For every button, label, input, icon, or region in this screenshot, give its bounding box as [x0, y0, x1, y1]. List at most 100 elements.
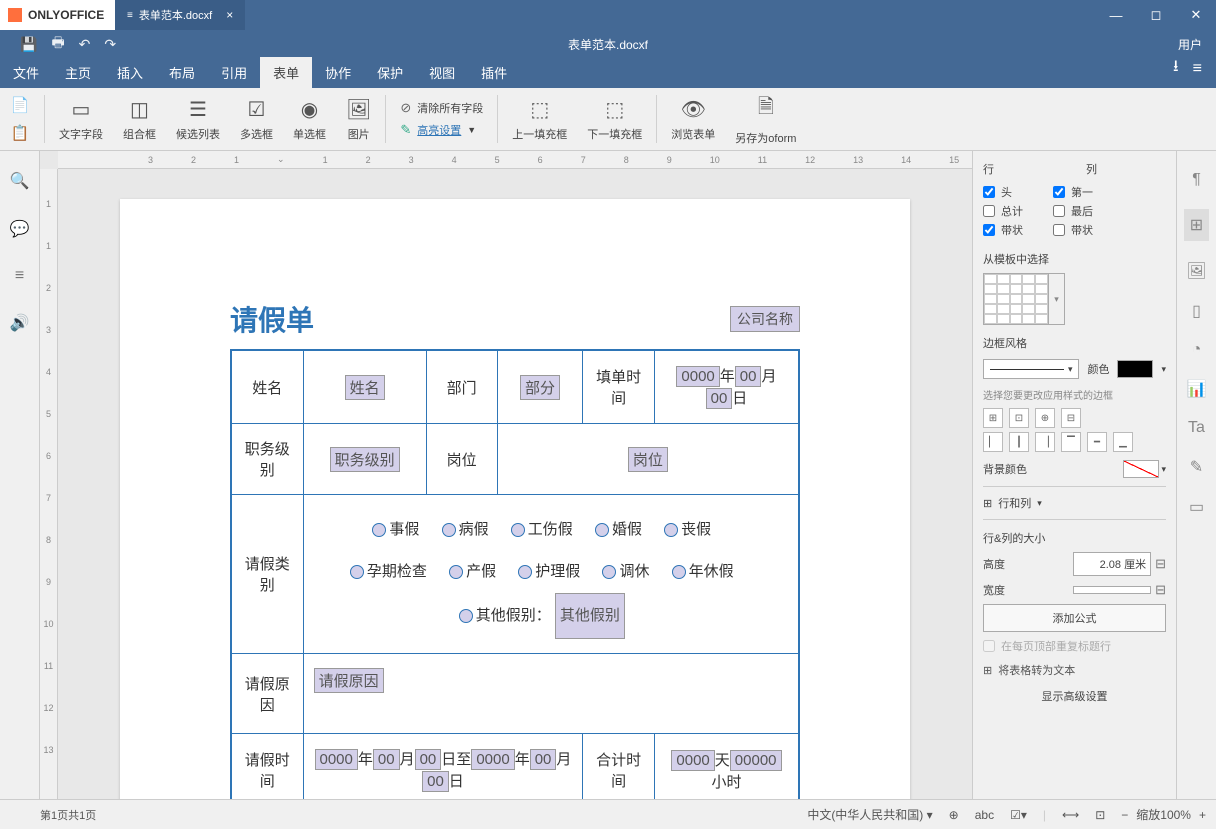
border-left[interactable]: ▏: [983, 432, 1003, 452]
zoom-label[interactable]: 缩放100%: [1136, 806, 1191, 823]
menu-references[interactable]: 引用: [208, 57, 260, 88]
height-input[interactable]: 2.08 厘米: [1073, 552, 1151, 576]
menu-layout[interactable]: 布局: [156, 57, 208, 88]
menu-collab[interactable]: 协作: [312, 57, 364, 88]
cb-total-row[interactable]: [983, 205, 995, 217]
radio-bingjia[interactable]: [442, 523, 456, 537]
menu-file[interactable]: 文件: [0, 57, 52, 88]
advanced-settings-link[interactable]: 显示高级设置: [983, 688, 1166, 704]
row-col-dropdown[interactable]: ⊞行和列▾: [983, 495, 1166, 511]
header-footer-icon[interactable]: ▯: [1192, 301, 1201, 321]
paste-icon[interactable]: 📋: [11, 124, 30, 142]
cb-first-col[interactable]: [1053, 186, 1065, 198]
save-icon[interactable]: 💾: [20, 36, 37, 53]
cb-banded-col[interactable]: [1053, 224, 1065, 236]
image-button[interactable]: 🖼图片: [336, 88, 381, 150]
preview-form-button[interactable]: 👁浏览表单: [661, 88, 725, 150]
table-template-thumb[interactable]: [983, 273, 1049, 325]
combo-box-button[interactable]: ◫组合框: [113, 88, 166, 150]
rank-field[interactable]: 职务级别: [330, 447, 400, 472]
textart-settings-icon[interactable]: Ta: [1188, 419, 1205, 437]
redo-icon[interactable]: ↷: [104, 36, 116, 53]
print-icon[interactable]: 🖶: [51, 32, 64, 56]
leave-form-table[interactable]: 姓名 姓名 部门 部分 填单时间 0000年00月00日 职务级别 职务级别: [230, 349, 800, 799]
prev-fill-button[interactable]: ⬚上一填充框: [502, 88, 577, 150]
reason-field[interactable]: 请假原因: [314, 668, 384, 693]
radio-yunqi[interactable]: [350, 565, 364, 579]
radio-huli[interactable]: [518, 565, 532, 579]
border-outer[interactable]: ⊞: [983, 408, 1003, 428]
menu-forms[interactable]: 表单: [260, 57, 312, 88]
border-vert[interactable]: ┃: [1009, 432, 1029, 452]
year-field[interactable]: 0000: [676, 366, 719, 387]
convert-to-text[interactable]: ⊞将表格转为文本: [983, 662, 1166, 678]
border-top[interactable]: ▔: [1061, 432, 1081, 452]
radio-shijia[interactable]: [372, 523, 386, 537]
maximize-button[interactable]: ◻: [1136, 0, 1176, 30]
chart-settings-icon[interactable]: 📊: [1187, 379, 1207, 399]
close-tab-icon[interactable]: ×: [226, 8, 233, 22]
zoom-in[interactable]: +: [1199, 808, 1206, 822]
text-field-button[interactable]: ▭文字字段: [49, 88, 113, 150]
position-field[interactable]: 岗位: [628, 447, 668, 472]
minimize-button[interactable]: —: [1096, 0, 1136, 30]
border-color[interactable]: [1117, 360, 1153, 378]
save-oform-button[interactable]: 🗎另存为oform: [725, 88, 806, 150]
add-formula-button[interactable]: 添加公式: [983, 604, 1166, 632]
fit-page-icon[interactable]: ⊡: [1095, 808, 1105, 822]
menu-home[interactable]: 主页: [52, 57, 104, 88]
document-tab[interactable]: ≡ 表单范本.docxf ×: [115, 0, 245, 30]
next-fill-button[interactable]: ⬚下一填充框: [577, 88, 652, 150]
comments-icon[interactable]: 💬: [10, 219, 30, 239]
spellcheck-abc-icon[interactable]: abc: [975, 808, 994, 822]
radio-tiaoxiu[interactable]: [602, 565, 616, 579]
shape-settings-icon[interactable]: ◔: [1192, 341, 1202, 359]
fit-width-icon[interactable]: ⟷: [1062, 808, 1079, 822]
track-changes-icon[interactable]: ☑▾: [1010, 808, 1027, 822]
border-inner[interactable]: ⊡: [1009, 408, 1029, 428]
menu-plugins[interactable]: 插件: [468, 57, 520, 88]
close-window-button[interactable]: ✕: [1176, 0, 1216, 30]
company-field[interactable]: 公司名称: [730, 306, 800, 332]
name-field[interactable]: 姓名: [345, 375, 385, 400]
border-bottom[interactable]: ▁: [1113, 432, 1133, 452]
paragraph-settings-icon[interactable]: ¶: [1192, 171, 1201, 189]
dropdown-button[interactable]: ☰候选列表: [166, 88, 230, 150]
signature-icon[interactable]: ✎: [1190, 457, 1203, 477]
clear-all-fields[interactable]: ⊘清除所有字段: [400, 100, 483, 116]
other-type-field[interactable]: 其他假别: [555, 593, 625, 639]
image-settings-icon[interactable]: 🖼: [1186, 261, 1206, 281]
border-all[interactable]: ⊕: [1035, 408, 1055, 428]
undo-icon[interactable]: ↶: [79, 36, 91, 53]
copy-icon[interactable]: 📄: [11, 96, 30, 114]
language-selector[interactable]: 中文(中华人民共和国) ▾: [807, 806, 932, 823]
open-location-icon[interactable]: ⭳: [1173, 55, 1179, 82]
form-settings-icon[interactable]: ▭: [1189, 497, 1204, 517]
user-label[interactable]: 用户: [1178, 36, 1216, 53]
border-none[interactable]: ⊟: [1061, 408, 1081, 428]
table-settings-icon[interactable]: ⊞: [1184, 209, 1209, 241]
radio-button[interactable]: ◉单选框: [283, 88, 336, 150]
headings-icon[interactable]: ≡: [15, 267, 24, 285]
radio-nianxiu[interactable]: [672, 565, 686, 579]
menu-view[interactable]: 视图: [416, 57, 468, 88]
template-dropdown[interactable]: ▾: [1049, 273, 1065, 325]
distribute-rows-icon[interactable]: ⊟: [1155, 556, 1166, 572]
cb-banded-row[interactable]: [983, 224, 995, 236]
menu-protect[interactable]: 保护: [364, 57, 416, 88]
width-input[interactable]: [1073, 586, 1151, 594]
border-right[interactable]: ▕: [1035, 432, 1055, 452]
cb-last-col[interactable]: [1053, 205, 1065, 217]
radio-chanjia[interactable]: [449, 565, 463, 579]
zoom-out[interactable]: −: [1121, 808, 1128, 822]
spellcheck-icon[interactable]: ⊕: [949, 808, 959, 822]
border-horiz[interactable]: ━: [1087, 432, 1107, 452]
menu-insert[interactable]: 插入: [104, 57, 156, 88]
distribute-cols-icon[interactable]: ⊟: [1155, 582, 1166, 598]
radio-sangjia[interactable]: [664, 523, 678, 537]
bg-color-swatch[interactable]: [1123, 460, 1159, 478]
search-icon[interactable]: 🔍: [10, 171, 30, 191]
radio-gongshang[interactable]: [511, 523, 525, 537]
checkbox-button[interactable]: ☑多选框: [230, 88, 283, 150]
hamburger-icon[interactable]: ≡: [1193, 60, 1202, 78]
